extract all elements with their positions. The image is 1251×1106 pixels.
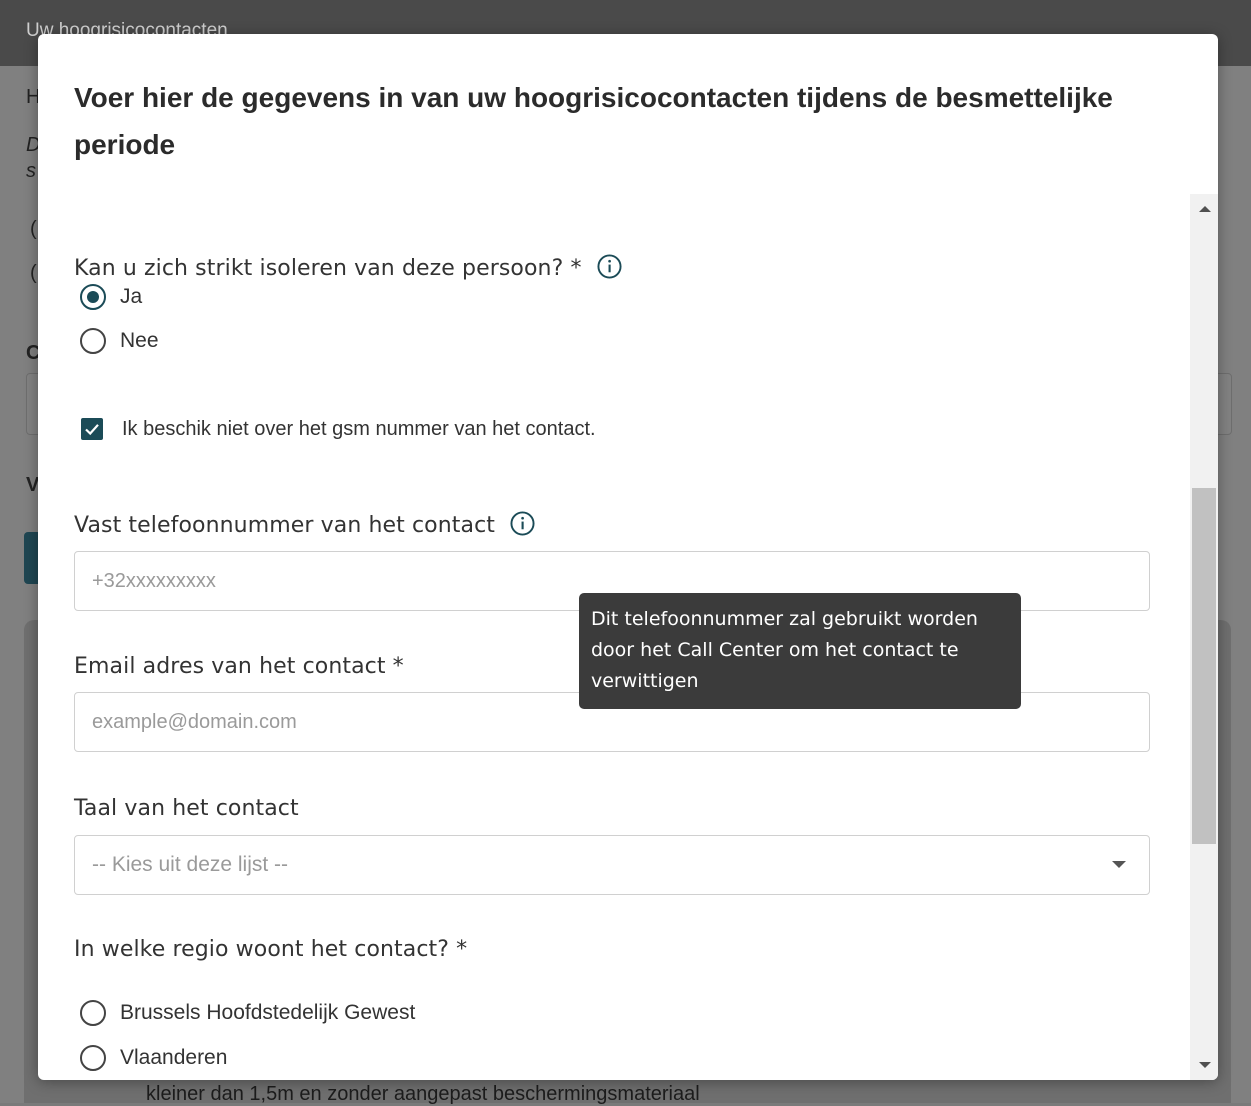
- landline-field-label: Vast telefoonnummer van het contact: [74, 511, 535, 538]
- caret-down-icon: [1112, 861, 1126, 868]
- radio-label: Ja: [120, 285, 143, 308]
- modal-scrollbar[interactable]: [1190, 194, 1218, 1080]
- scrollbar-thumb[interactable]: [1192, 488, 1216, 844]
- radio-button-checked[interactable]: [80, 284, 106, 310]
- background-fragment: (: [30, 218, 37, 240]
- background-fragment: s: [26, 160, 36, 182]
- no-gsm-label: Ik beschik niet over het gsm nummer van …: [122, 417, 596, 440]
- modal-scroll-area[interactable]: Kan u zich strikt isoleren van deze pers…: [38, 194, 1190, 1080]
- landline-label: Vast telefoonnummer van het contact: [74, 513, 496, 538]
- email-label: Email adres van het contact *: [74, 654, 404, 679]
- info-icon[interactable]: [510, 511, 535, 536]
- landline-tooltip: Dit telefoonnummer zal gebruikt worden d…: [579, 593, 1021, 709]
- language-label: Taal van het contact: [74, 796, 299, 821]
- radio-button[interactable]: [80, 1045, 106, 1071]
- radio-isolation-ja[interactable]: Ja: [80, 282, 142, 312]
- radio-button[interactable]: [80, 328, 106, 354]
- radio-region-brussels[interactable]: Brussels Hoofdstedelijk Gewest: [80, 998, 415, 1028]
- scroll-up-icon[interactable]: [1199, 206, 1211, 212]
- contact-details-modal: Voer hier de gegevens in van uw hoogrisi…: [38, 34, 1218, 1080]
- radio-isolation-nee[interactable]: Nee: [80, 326, 159, 356]
- region-label: In welke regio woont het contact? *: [74, 937, 468, 962]
- radio-region-vlaanderen[interactable]: Vlaanderen: [80, 1043, 227, 1073]
- language-select[interactable]: -- Kies uit deze lijst --: [74, 835, 1150, 895]
- info-icon[interactable]: [597, 254, 622, 279]
- radio-label: Brussels Hoofdstedelijk Gewest: [120, 1001, 416, 1024]
- background-fragment: (: [30, 262, 37, 284]
- isolation-label: Kan u zich strikt isoleren van deze pers…: [74, 256, 582, 281]
- isolation-question: Kan u zich strikt isoleren van deze pers…: [74, 254, 622, 281]
- modal-title: Voer hier de gegevens in van uw hoogrisi…: [74, 82, 1113, 160]
- radio-label: Vlaanderen: [120, 1046, 228, 1069]
- language-select-value: -- Kies uit deze lijst --: [92, 853, 289, 876]
- no-gsm-checkbox[interactable]: [81, 418, 103, 440]
- radio-button[interactable]: [80, 1000, 106, 1026]
- no-gsm-checkbox-row[interactable]: Ik beschik niet over het gsm nummer van …: [81, 416, 596, 442]
- radio-label: Nee: [120, 329, 159, 352]
- scroll-down-icon[interactable]: [1199, 1062, 1211, 1068]
- check-icon: [85, 424, 99, 436]
